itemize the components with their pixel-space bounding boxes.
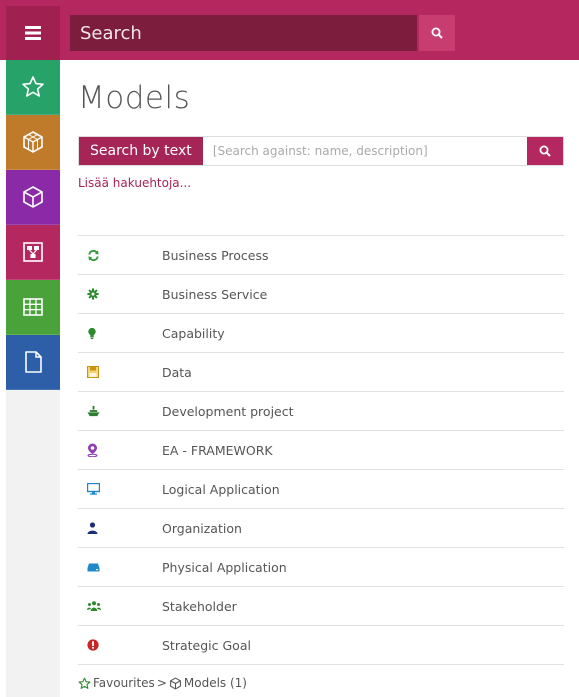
text-search-bar: Search by text [78, 136, 564, 166]
refresh-icon [88, 249, 99, 261]
hamburger-icon [25, 26, 41, 40]
map-marker-icon [87, 443, 98, 457]
model-row-development-project[interactable]: Development project [78, 392, 564, 431]
more-criteria-link[interactable]: Lisää hakuehtoja... [78, 176, 191, 190]
sidebar-item-objects[interactable] [6, 115, 60, 170]
sidebar-item-tables[interactable] [6, 280, 60, 335]
model-name: Business Process [162, 247, 269, 263]
global-search-button[interactable] [419, 15, 455, 51]
model-name: EA - FRAMEWORK [162, 442, 273, 458]
document-icon [25, 351, 42, 373]
model-row-ea-framework[interactable]: EA - FRAMEWORK [78, 431, 564, 470]
exclamation-icon [87, 639, 99, 651]
top-bar [0, 0, 579, 60]
model-name: Strategic Goal [162, 637, 251, 653]
model-list: Business Process Business Service Capabi… [78, 235, 564, 665]
model-row-business-service[interactable]: Business Service [78, 275, 564, 314]
diagram-icon [23, 242, 43, 262]
gear-icon [87, 288, 99, 300]
model-row-data[interactable]: Data [78, 353, 564, 392]
model-row-stakeholder[interactable]: Stakeholder [78, 587, 564, 626]
save-icon [87, 366, 99, 378]
page-title: Models [78, 80, 191, 116]
global-search [70, 15, 417, 51]
search-icon [431, 27, 443, 39]
sidebar-item-models[interactable] [6, 170, 60, 225]
sidebar [6, 60, 60, 697]
breadcrumb-separator: > [156, 676, 167, 690]
lightbulb-icon [88, 327, 96, 339]
global-search-input[interactable] [70, 21, 412, 45]
model-row-strategic-goal[interactable]: Strategic Goal [78, 626, 564, 665]
model-name: Development project [162, 403, 294, 419]
monitor-icon [87, 483, 100, 495]
model-row-physical-application[interactable]: Physical Application [78, 548, 564, 587]
table-icon [23, 298, 43, 316]
model-name: Organization [162, 520, 242, 536]
cubes-icon [23, 131, 43, 153]
users-icon [87, 601, 101, 611]
menu-button[interactable] [6, 6, 60, 60]
sidebar-item-documents[interactable] [6, 335, 60, 390]
breadcrumb: Favourites > Models (1) [78, 676, 247, 690]
model-name: Data [162, 364, 192, 380]
model-name: Stakeholder [162, 598, 237, 614]
breadcrumb-models[interactable]: Models (1) [184, 676, 247, 690]
search-by-text-button[interactable]: Search by text [79, 137, 203, 165]
cube-icon [169, 676, 181, 690]
search-icon [539, 145, 551, 157]
model-name: Physical Application [162, 559, 287, 575]
model-row-logical-application[interactable]: Logical Application [78, 470, 564, 509]
cube-icon [23, 186, 43, 208]
text-search-input[interactable] [202, 137, 527, 165]
model-row-organization[interactable]: Organization [78, 509, 564, 548]
text-search-button[interactable] [527, 137, 563, 165]
model-name: Capability [162, 325, 225, 341]
ship-icon [87, 405, 100, 417]
user-icon [87, 522, 98, 534]
sidebar-item-diagrams[interactable] [6, 225, 60, 280]
breadcrumb-favourites[interactable]: Favourites [93, 676, 155, 690]
model-name: Business Service [162, 286, 268, 302]
model-name: Logical Application [162, 481, 280, 497]
server-icon [87, 563, 100, 571]
model-row-capability[interactable]: Capability [78, 314, 564, 353]
model-row-business-process[interactable]: Business Process [78, 236, 564, 275]
sidebar-item-favourites[interactable] [6, 60, 60, 115]
star-icon [78, 677, 91, 689]
star-icon [22, 76, 44, 97]
